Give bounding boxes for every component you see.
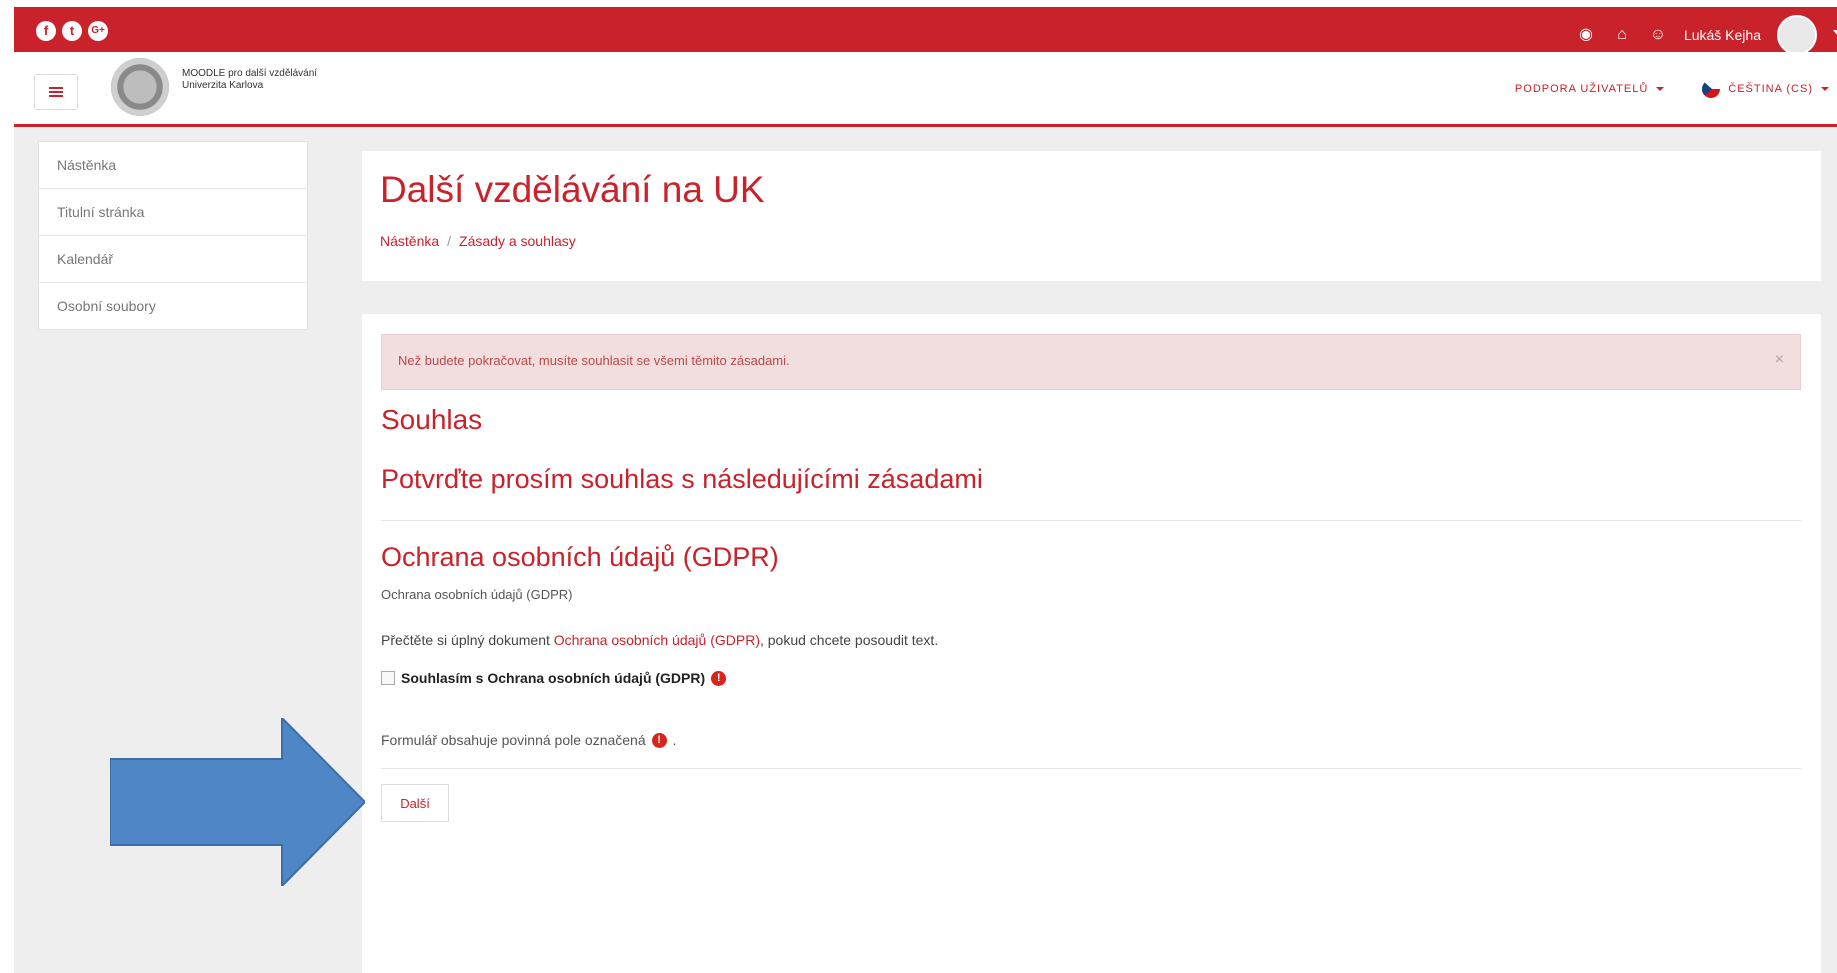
- read-prefix: Přečtěte si úplný dokument: [381, 632, 550, 648]
- site-name-line2: Univerzita Karlova: [182, 80, 264, 91]
- support-menu-label: PODPORA UŽIVATELŮ: [1514, 83, 1649, 95]
- university-logo[interactable]: [111, 58, 169, 116]
- users-icon[interactable]: ☺: [1648, 25, 1668, 45]
- facebook-icon[interactable]: f: [36, 21, 56, 41]
- consent-row: Souhlasím s Ochrana osobních údajů (GDPR…: [381, 670, 727, 686]
- consent-label[interactable]: Souhlasím s Ochrana osobních údajů (GDPR…: [401, 670, 705, 686]
- google-plus-icon[interactable]: G+: [88, 21, 108, 41]
- breadcrumb-separator: /: [447, 233, 452, 249]
- form-note-end: .: [672, 732, 677, 748]
- policy-alert: Než budete pokračovat, musíte souhlasit …: [381, 334, 1801, 390]
- top-bar: f t G+ ◉ ⌂ ☺ Lukáš Kejha: [14, 7, 1837, 55]
- language-menu[interactable]: ČEŠTINA (CS): [1702, 80, 1829, 98]
- menu-toggle-button[interactable]: [34, 74, 78, 110]
- sidebar-item-home[interactable]: Titulní stránka: [39, 189, 307, 236]
- blue-arrow-annotation: [110, 718, 365, 886]
- breadcrumb-policies-link[interactable]: Zásady a souhlasy: [459, 233, 576, 249]
- read-document-text: Přečtěte si úplný dokument Ochrana osobn…: [381, 632, 938, 648]
- social-links: f t G+: [36, 21, 108, 41]
- home-icon[interactable]: ⌂: [1612, 25, 1632, 45]
- policy-document-link[interactable]: Ochrana osobních údajů (GDPR): [554, 632, 760, 648]
- read-suffix: , pokud chcete posoudit text.: [759, 632, 939, 648]
- chevron-down-icon: [1656, 87, 1665, 91]
- support-menu[interactable]: PODPORA UŽIVATELŮ: [1514, 83, 1665, 95]
- twitter-icon[interactable]: t: [62, 21, 82, 41]
- main-content-card: Než budete pokračovat, musíte souhlasit …: [362, 314, 1821, 973]
- user-menu: ◉ ⌂ ☺ Lukáš Kejha: [1576, 15, 1837, 55]
- avatar[interactable]: [1777, 15, 1817, 55]
- policy-title: Ochrana osobních údajů (GDPR): [381, 542, 779, 572]
- breadcrumb-dashboard-link[interactable]: Nástěnka: [380, 233, 439, 249]
- site-header: MOODLE pro další vzdělávání Univerzita K…: [14, 52, 1837, 127]
- confirm-subheading: Potvrďte prosím souhlas s následujícími …: [381, 464, 983, 494]
- form-note-text: Formulář obsahuje povinná pole označená: [381, 732, 646, 748]
- page-title: Další vzdělávání na UK: [380, 169, 765, 210]
- hamburger-icon: [49, 87, 63, 97]
- czech-flag-icon: [1702, 80, 1721, 98]
- divider: [381, 768, 1801, 769]
- sidebar-nav: Nástěnka Titulní stránka Kalendář Osobní…: [38, 141, 308, 330]
- sidebar-item-calendar[interactable]: Kalendář: [39, 236, 307, 283]
- close-icon[interactable]: ×: [1775, 351, 1784, 369]
- dashboard-icon[interactable]: ◉: [1576, 25, 1596, 45]
- page-header-card: Další vzdělávání na UK Nástěnka / Zásady a…: [362, 151, 1821, 281]
- consent-checkbox[interactable]: [381, 671, 395, 685]
- breadcrumb: Nástěnka / Zásady a souhlasy: [380, 233, 576, 249]
- arrow-shape: [110, 718, 365, 886]
- language-menu-label: ČEŠTINA (CS): [1728, 83, 1813, 95]
- sidebar-item-private-files[interactable]: Osobní soubory: [39, 283, 307, 329]
- site-name-line1: MOODLE pro další vzdělávání: [182, 68, 318, 79]
- chevron-down-icon[interactable]: [1833, 30, 1837, 40]
- site-name[interactable]: MOODLE pro další vzdělávání Univerzita K…: [182, 68, 317, 92]
- consent-heading: Souhlas: [381, 404, 483, 435]
- alert-message: Než budete pokračovat, musíte souhlasit …: [398, 353, 790, 368]
- required-icon: !: [651, 732, 667, 748]
- required-fields-note: Formulář obsahuje povinná pole označená …: [381, 732, 677, 748]
- divider: [381, 520, 1801, 521]
- username[interactable]: Lukáš Kejha: [1684, 27, 1761, 43]
- sidebar-item-dashboard[interactable]: Nástěnka: [39, 142, 307, 189]
- chevron-down-icon: [1821, 87, 1829, 91]
- next-button[interactable]: Další: [381, 784, 449, 822]
- policy-summary: Ochrana osobních údajů (GDPR): [381, 587, 573, 602]
- required-icon: !: [711, 670, 727, 686]
- header-menus: PODPORA UŽIVATELŮ ČEŠTINA (CS): [1515, 80, 1829, 98]
